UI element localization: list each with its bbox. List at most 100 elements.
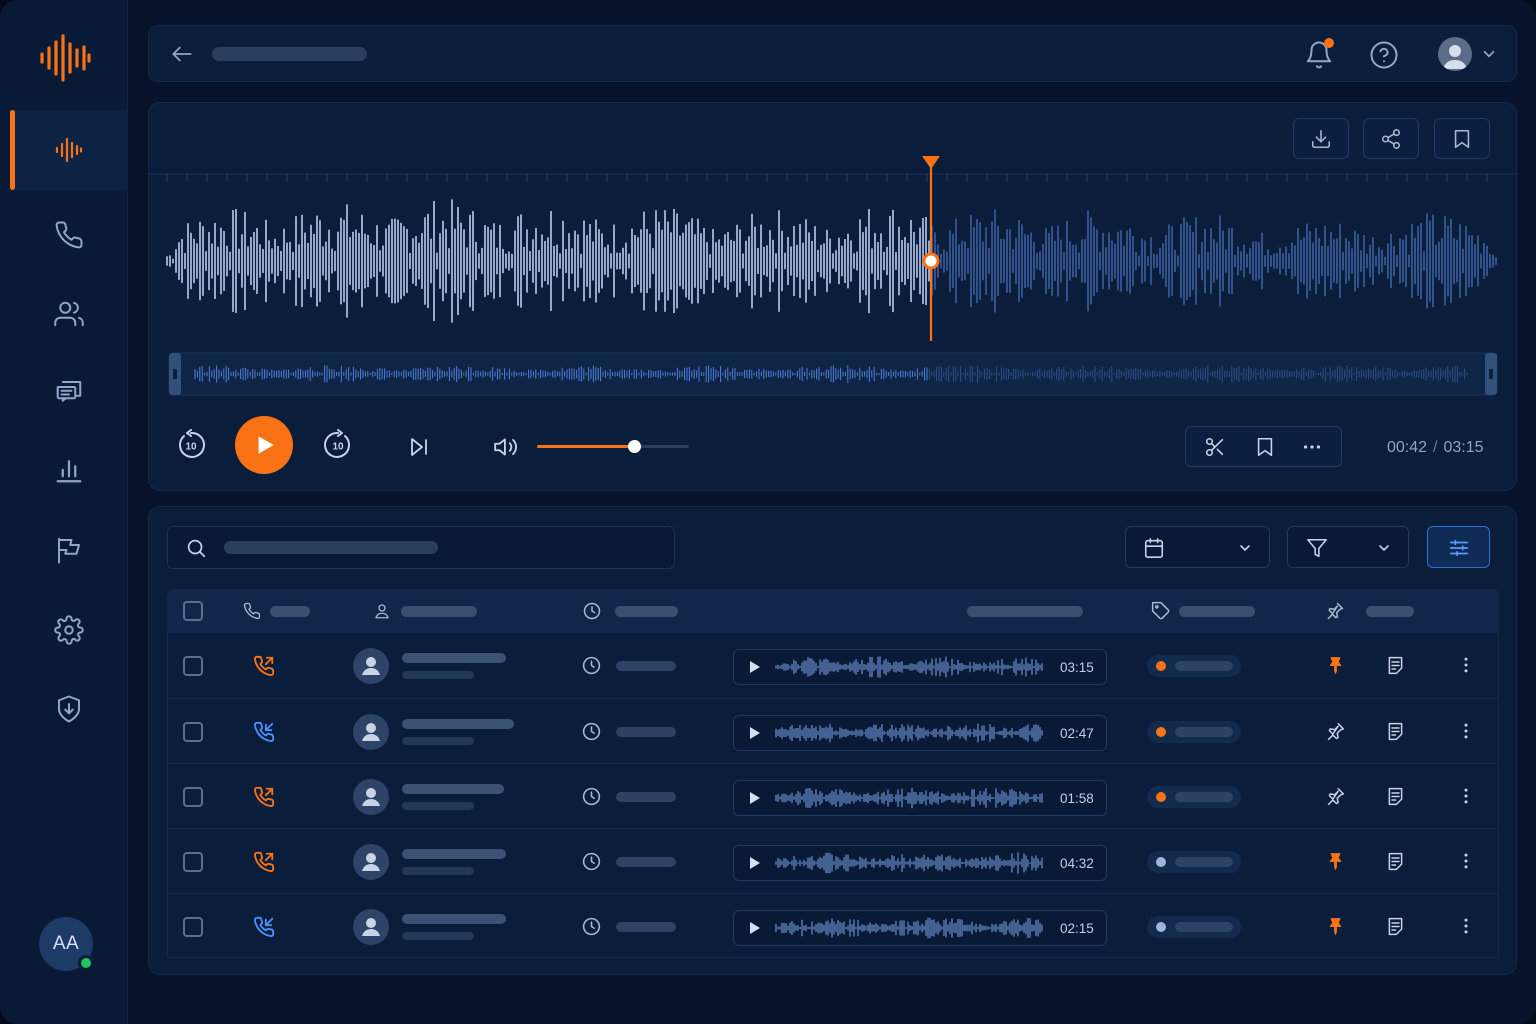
- more-horizontal-icon[interactable]: [1301, 436, 1323, 458]
- volume-knob[interactable]: [628, 440, 642, 453]
- col-contact-header[interactable]: [401, 606, 477, 617]
- row-checkbox[interactable]: [183, 852, 203, 872]
- date-filter-dropdown[interactable]: [1125, 526, 1270, 568]
- tag-icon: [1151, 601, 1170, 620]
- column-settings-button[interactable]: [1427, 526, 1490, 568]
- table-row[interactable]: 02:15: [167, 893, 1499, 958]
- call-time-placeholder: [616, 857, 676, 867]
- bookmark-icon[interactable]: [1254, 436, 1276, 458]
- clock-icon: [582, 917, 601, 936]
- search-input[interactable]: [167, 526, 675, 569]
- more-vertical-icon[interactable]: [1456, 721, 1476, 741]
- account-avatar[interactable]: [1438, 37, 1472, 71]
- call-time-placeholder: [616, 922, 676, 932]
- col-type-header[interactable]: [270, 606, 310, 617]
- status-tag[interactable]: [1147, 721, 1241, 743]
- chevron-down-icon: [1240, 545, 1250, 551]
- col-tag-header[interactable]: [1179, 606, 1255, 617]
- mini-player[interactable]: 02:47: [733, 715, 1107, 751]
- status-tag[interactable]: [1147, 655, 1241, 677]
- table-row[interactable]: 02:47: [167, 698, 1499, 763]
- total-time: 03:15: [1443, 439, 1484, 456]
- filter-dropdown[interactable]: [1287, 526, 1409, 568]
- back-arrow-icon[interactable]: [169, 41, 195, 67]
- mini-player[interactable]: 03:15: [733, 649, 1107, 685]
- more-vertical-icon[interactable]: [1456, 916, 1476, 936]
- status-tag[interactable]: [1147, 851, 1241, 873]
- row-checkbox[interactable]: [183, 787, 203, 807]
- col-recording-header[interactable]: [967, 606, 1083, 617]
- more-vertical-icon[interactable]: [1456, 786, 1476, 806]
- row-checkbox[interactable]: [183, 722, 203, 742]
- sidebar-item-messages[interactable]: [10, 352, 128, 432]
- sidebar-item-recordings[interactable]: [10, 110, 128, 190]
- notes-icon[interactable]: [1385, 916, 1406, 937]
- notes-icon[interactable]: [1385, 786, 1406, 807]
- sidebar-item-contacts[interactable]: [10, 274, 128, 354]
- waveform-overview[interactable]: [168, 352, 1498, 396]
- table-header: [167, 589, 1499, 633]
- sidebar-item-analytics[interactable]: [10, 430, 128, 510]
- clock-icon: [582, 852, 601, 871]
- gear-icon: [54, 615, 84, 645]
- play-icon[interactable]: [746, 790, 762, 806]
- chevron-down-icon[interactable]: [1480, 45, 1498, 63]
- select-all-checkbox[interactable]: [183, 601, 203, 621]
- notes-icon[interactable]: [1385, 851, 1406, 872]
- table-row[interactable]: 01:58: [167, 763, 1499, 828]
- pinned-icon[interactable]: [1325, 851, 1346, 872]
- scissors-icon[interactable]: [1204, 436, 1226, 458]
- status-tag[interactable]: [1147, 916, 1241, 938]
- phone-icon: [55, 221, 83, 249]
- skip-next-icon[interactable]: [407, 435, 431, 459]
- clock-icon: [583, 602, 601, 620]
- skip-forward-10-button[interactable]: 10: [322, 429, 354, 461]
- clock-icon: [582, 787, 601, 806]
- user-icon: [375, 604, 389, 619]
- mini-player[interactable]: 04:32: [733, 845, 1107, 881]
- audio-player: 10 10 00:42 / 03:15: [148, 102, 1518, 491]
- table-row[interactable]: 04:32: [167, 828, 1499, 893]
- search-icon: [187, 539, 206, 558]
- col-actions-header[interactable]: [1366, 606, 1414, 617]
- sidebar-item-settings[interactable]: [10, 590, 128, 670]
- notification-dot: [1324, 38, 1334, 48]
- row-checkbox[interactable]: [183, 656, 203, 676]
- table-row[interactable]: 03:15: [167, 633, 1499, 698]
- notes-icon[interactable]: [1385, 655, 1406, 676]
- sidebar-item-security[interactable]: [10, 669, 128, 749]
- play-icon[interactable]: [746, 920, 762, 936]
- volume-slider[interactable]: [537, 440, 689, 453]
- contact-avatar: [353, 714, 389, 750]
- calendar-icon: [1144, 538, 1164, 558]
- contact-number-placeholder: [402, 932, 474, 940]
- mini-player[interactable]: 02:15: [733, 910, 1107, 946]
- play-icon[interactable]: [746, 855, 762, 871]
- play-button[interactable]: [235, 416, 293, 474]
- tag-label-placeholder: [1175, 792, 1233, 802]
- bookmark-icon: [1454, 129, 1470, 148]
- sidebar-item-calls[interactable]: [10, 195, 128, 275]
- waveform-display[interactable]: [149, 153, 1518, 403]
- volume-icon[interactable]: [493, 434, 519, 460]
- help-icon[interactable]: [1369, 40, 1399, 70]
- more-vertical-icon[interactable]: [1456, 655, 1476, 675]
- pin-icon[interactable]: [1325, 721, 1346, 742]
- contact-avatar: [353, 844, 389, 880]
- play-icon[interactable]: [746, 659, 762, 675]
- skip-back-10-button[interactable]: 10: [175, 429, 207, 461]
- col-time-header[interactable]: [615, 606, 678, 617]
- pin-icon[interactable]: [1325, 786, 1346, 807]
- play-icon[interactable]: [746, 725, 762, 741]
- mini-player[interactable]: 01:58: [733, 780, 1107, 816]
- status-dot: [1156, 922, 1166, 932]
- call-time-placeholder: [616, 661, 676, 671]
- sidebar-item-flags[interactable]: [10, 510, 128, 590]
- pinned-icon[interactable]: [1325, 655, 1346, 676]
- pinned-icon[interactable]: [1325, 916, 1346, 937]
- more-vertical-icon[interactable]: [1456, 851, 1476, 871]
- status-tag[interactable]: [1147, 786, 1241, 808]
- row-checkbox[interactable]: [183, 917, 203, 937]
- tag-label-placeholder: [1175, 857, 1233, 867]
- notes-icon[interactable]: [1385, 721, 1406, 742]
